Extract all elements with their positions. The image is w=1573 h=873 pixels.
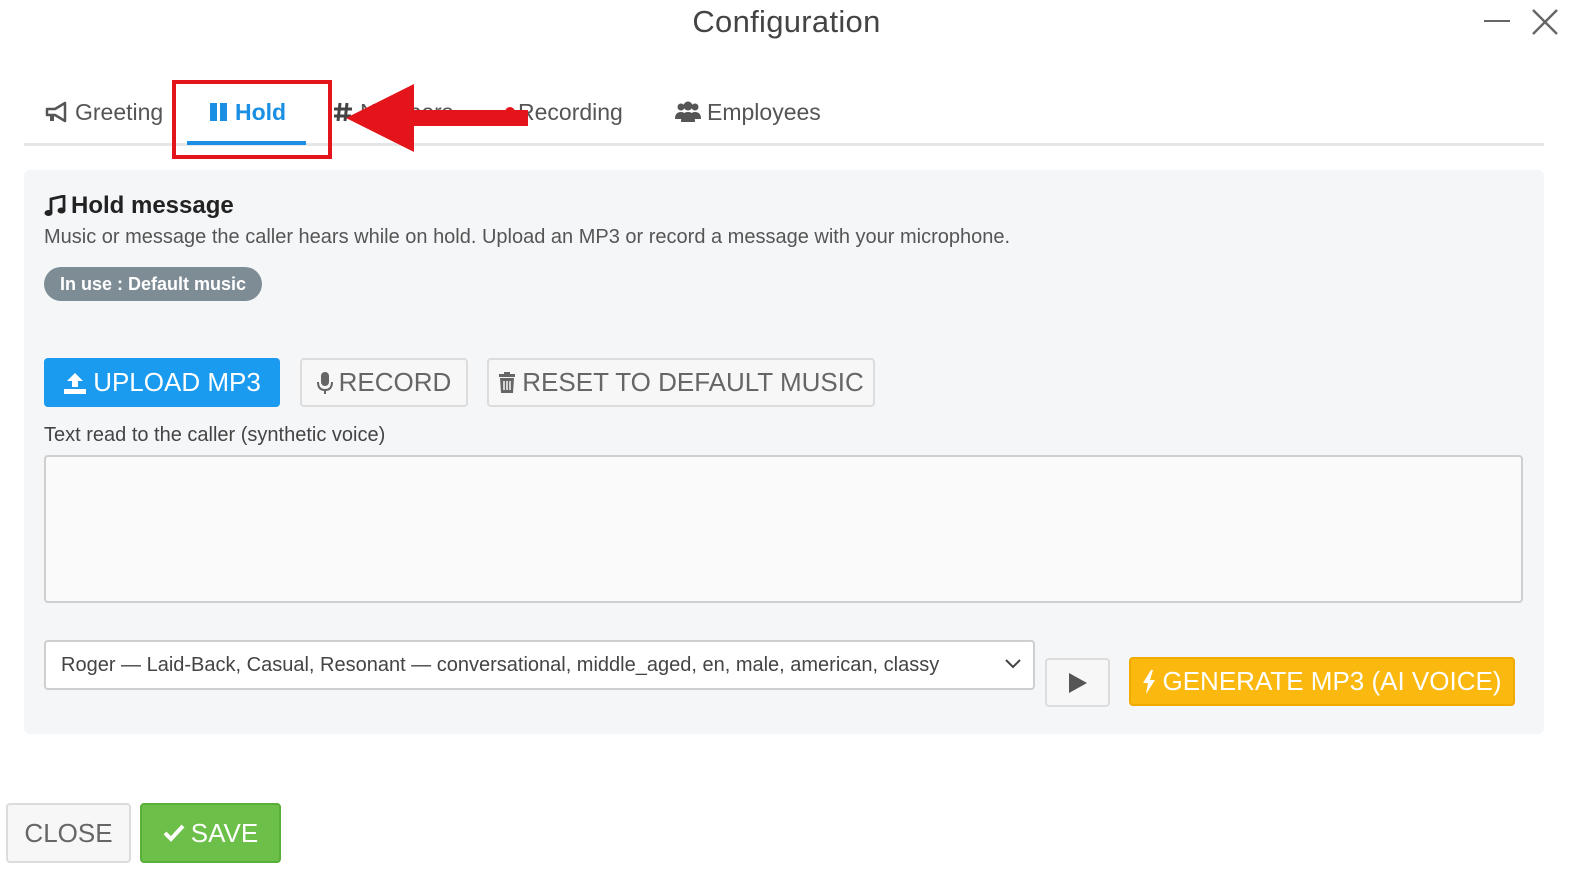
- button-label: GENERATE MP3 (AI VOICE): [1162, 666, 1502, 696]
- button-label: SAVE: [190, 817, 259, 848]
- tab-label: Recording: [518, 98, 623, 125]
- microphone-icon: [316, 371, 333, 394]
- generate-mp3-button[interactable]: GENERATE MP3 (AI VOICE): [1129, 657, 1515, 706]
- record-button[interactable]: RECORD: [300, 358, 468, 407]
- synthetic-voice-textarea[interactable]: [44, 455, 1523, 603]
- music-note-icon: [44, 195, 66, 216]
- upload-icon: [64, 372, 87, 394]
- voice-select-value: Roger — Laid-Back, Casual, Resonant — co…: [61, 653, 940, 676]
- users-icon: [675, 101, 701, 122]
- annotation-arrow-icon: [346, 84, 528, 152]
- section-title-text: Hold message: [71, 192, 234, 219]
- reset-default-music-button[interactable]: RESET TO DEFAULT MUSIC: [487, 358, 875, 407]
- trash-icon: [499, 371, 516, 393]
- hold-message-panel: Hold message Music or message the caller…: [24, 170, 1544, 734]
- tab-label: Greeting: [75, 98, 164, 125]
- section-description: Music or message the caller hears while …: [44, 226, 1011, 248]
- bolt-icon: [1143, 669, 1156, 694]
- megaphone-icon: [45, 101, 67, 123]
- synthetic-voice-text-label: Text read to the caller (synthetic voice…: [44, 424, 386, 446]
- chevron-down-icon: [1005, 659, 1021, 669]
- button-label: CLOSE: [24, 817, 113, 848]
- upload-mp3-button[interactable]: UPLOAD MP3: [44, 358, 280, 407]
- tab-greeting[interactable]: Greeting: [45, 94, 163, 130]
- tab-employees[interactable]: Employees: [675, 94, 821, 130]
- dialog-title: Configuration: [692, 4, 881, 39]
- minimize-icon[interactable]: [1484, 20, 1510, 22]
- button-label: UPLOAD MP3: [93, 367, 261, 397]
- annotation-highlight-box: [172, 80, 332, 159]
- section-title: Hold message: [44, 192, 234, 220]
- close-button[interactable]: CLOSE: [6, 803, 131, 863]
- play-preview-button[interactable]: [1045, 658, 1110, 707]
- button-label: RECORD: [338, 367, 452, 397]
- voice-select[interactable]: Roger — Laid-Back, Casual, Resonant — co…: [44, 640, 1035, 690]
- checkmark-icon: [163, 824, 185, 842]
- status-badge: In use : Default music: [44, 267, 263, 301]
- play-icon: [1068, 672, 1087, 693]
- close-icon[interactable]: [1530, 7, 1560, 37]
- save-button[interactable]: SAVE: [140, 803, 281, 863]
- tab-label: Employees: [707, 98, 821, 125]
- button-label: RESET TO DEFAULT MUSIC: [522, 367, 864, 397]
